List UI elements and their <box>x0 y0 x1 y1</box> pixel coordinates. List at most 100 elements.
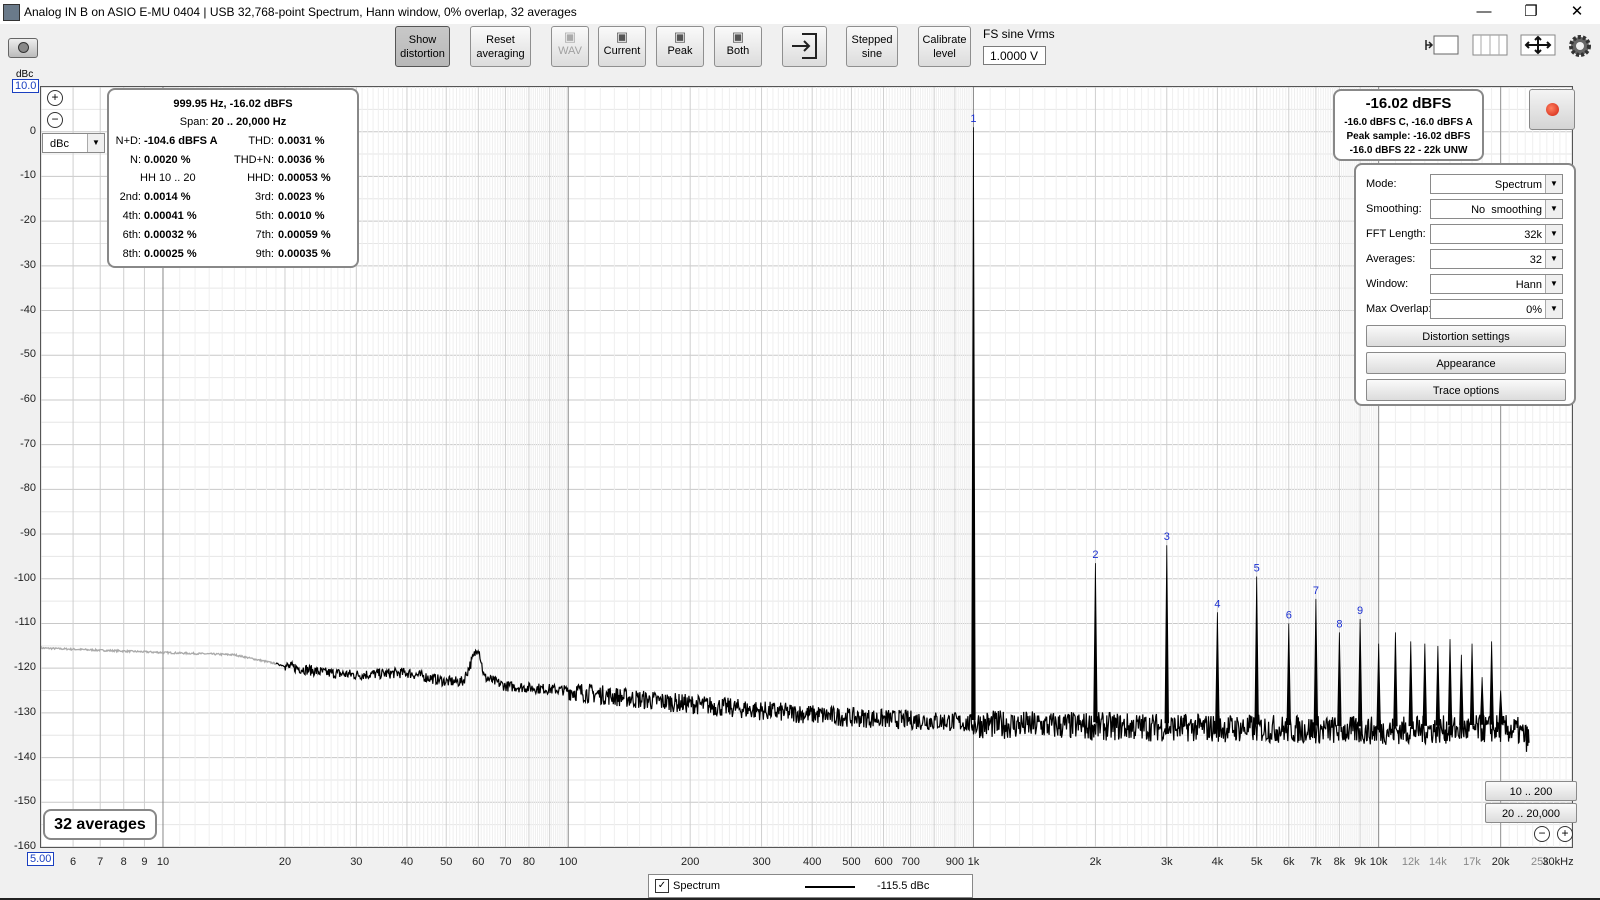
gear-icon[interactable] <box>1568 34 1592 58</box>
harmonic-peak <box>1337 632 1342 726</box>
h9-label: 9th: <box>255 248 274 260</box>
spectrum-checkbox[interactable]: ✓ <box>655 879 669 893</box>
calibrate-level-button[interactable]: Calibrate level <box>918 26 971 67</box>
wav-button[interactable]: ▣ WAV <box>551 26 589 67</box>
x-axis-start-value[interactable]: 5.00 <box>27 852 55 866</box>
harmonic-label: 8 <box>1336 618 1342 630</box>
fundamental-readout: 999.95 Hz, -16.02 dBFS <box>173 98 293 110</box>
move-arrows-icon[interactable] <box>1520 34 1556 56</box>
legend-trace-value: -115.5 dBc <box>877 880 930 892</box>
fft-length-select[interactable]: 32k ▼ <box>1430 224 1563 244</box>
stepped-sine-button[interactable]: Stepped sine <box>846 26 898 67</box>
level-unweighted: -16.0 dBFS 22 - 22k UNW <box>1349 145 1468 156</box>
smoothing-value: No smoothing <box>1471 204 1542 216</box>
save-peak-button[interactable]: ▣ Peak <box>656 26 704 67</box>
save-current-button[interactable]: ▣ Current <box>598 26 646 67</box>
h3-value: 0.0023 % <box>278 191 325 203</box>
unit-select[interactable]: dBc ▼ <box>42 133 105 153</box>
harmonic-peak <box>1469 643 1475 725</box>
y-tick-label: -150 <box>13 795 36 808</box>
range-10-200-button[interactable]: 10 .. 200 <box>1485 781 1577 801</box>
camera-icon[interactable] <box>8 38 38 58</box>
trace-options-button[interactable]: Trace options <box>1366 379 1566 401</box>
chevron-down-icon: ▼ <box>1545 200 1562 218</box>
appearance-button[interactable]: Appearance <box>1366 352 1566 374</box>
y-tick-label: -80 <box>20 482 36 495</box>
reset-averaging-button[interactable]: Reset averaging <box>470 26 531 67</box>
max-overlap-value: 0% <box>1526 304 1542 316</box>
distortion-panel: 999.95 Hz, -16.02 dBFS Span: 20 .. 20,00… <box>107 88 359 268</box>
minimize-button[interactable]: — <box>1461 0 1507 24</box>
x-tick-label: 12k <box>1401 856 1420 868</box>
window-select[interactable]: Hann ▼ <box>1430 274 1563 294</box>
level-panel: -16.02 dBFS -16.0 dBFS C, -16.0 dBFS A P… <box>1333 89 1484 161</box>
x-tick-label: 6k <box>1282 856 1295 868</box>
y-tick-label: -20 <box>20 214 36 227</box>
show-distortion-label-1: Show <box>408 34 437 46</box>
x-tick-label: 4k <box>1211 856 1224 868</box>
n-label: N: <box>130 154 141 166</box>
x-tick-label: 3k <box>1160 856 1173 868</box>
send-to-generator-button[interactable] <box>782 26 827 67</box>
zoom-out-icon[interactable]: − <box>1534 826 1550 842</box>
harmonic-label: 3 <box>1164 531 1170 543</box>
save-icon: ▣ <box>673 29 687 44</box>
y-tick-label: -130 <box>13 705 36 718</box>
level-peak-sample: Peak sample: -16.02 dBFS <box>1346 131 1471 142</box>
x-tick-label: 40 <box>400 856 414 868</box>
restore-button[interactable]: ❐ <box>1508 0 1554 24</box>
stepped-sine-label-1: Stepped <box>851 34 893 46</box>
thdn-label: THD+N: <box>233 154 274 166</box>
level-weighted: -16.0 dBFS C, -16.0 dBFS A <box>1344 117 1473 128</box>
fs-sine-input[interactable]: 1.0000 V <box>983 46 1046 65</box>
window-title: Analog IN B on ASIO E-MU 0404 | USB 32,7… <box>24 5 577 19</box>
y-tick-label: -50 <box>20 348 36 361</box>
max-overlap-label: Max Overlap: <box>1366 303 1432 315</box>
h2-value: 0.0014 % <box>144 191 191 203</box>
harmonic-peak <box>1254 576 1259 725</box>
x-tick-label: 50 <box>440 856 453 868</box>
zoom-in-icon[interactable]: + <box>1557 826 1573 842</box>
harmonic-label: 4 <box>1214 598 1220 610</box>
mode-value: Spectrum <box>1494 179 1542 191</box>
harmonic-peak <box>1376 643 1381 727</box>
harmonic-peak <box>1479 677 1485 725</box>
save-both-button[interactable]: ▣ Both <box>714 26 762 67</box>
y-tick-label: -120 <box>13 661 36 674</box>
harmonic-peak <box>1435 645 1441 726</box>
zoom-in-icon[interactable]: + <box>47 90 63 106</box>
harmonic-peak <box>1093 563 1098 723</box>
max-overlap-select[interactable]: 0% ▼ <box>1430 299 1563 319</box>
h3-label: 3rd: <box>255 191 274 203</box>
close-button[interactable]: ✕ <box>1554 0 1600 24</box>
record-button[interactable] <box>1529 89 1575 130</box>
x-tick-label: 30kHz <box>1542 856 1574 868</box>
distortion-settings-button[interactable]: Distortion settings <box>1366 325 1566 347</box>
range-20-20000-button[interactable]: 20 .. 20,000 <box>1485 803 1577 823</box>
x-tick-label: 2k <box>1089 856 1102 868</box>
zoom-out-icon[interactable]: − <box>47 112 63 128</box>
averages-select[interactable]: 32 ▼ <box>1430 249 1563 269</box>
harmonic-peak <box>1164 545 1169 724</box>
both-label: Both <box>726 45 750 57</box>
harmonic-label: 6 <box>1286 609 1292 621</box>
y-tick-label: -10 <box>20 169 36 182</box>
x-tick-label: 9k <box>1354 856 1366 868</box>
x-tick-label: 1k <box>967 856 980 868</box>
layout-split-icon[interactable] <box>1424 34 1460 56</box>
x-tick-label: 17k <box>1463 856 1481 868</box>
smoothing-select[interactable]: No smoothing ▼ <box>1430 199 1563 219</box>
app-icon <box>3 4 20 21</box>
h7-label: 7th: <box>255 229 274 241</box>
y-tick-label: -30 <box>20 258 36 271</box>
y-axis-top-value[interactable]: 10.0 <box>12 79 40 93</box>
mode-select[interactable]: Spectrum ▼ <box>1430 174 1563 194</box>
columns-icon[interactable] <box>1472 34 1508 56</box>
y-tick-label: -90 <box>20 527 36 540</box>
y-tick-label: -40 <box>20 303 36 316</box>
reset-averaging-label-1: Reset <box>486 34 515 46</box>
fs-sine-label: FS sine Vrms <box>983 27 1055 41</box>
x-tick-label: 500 <box>842 856 861 868</box>
show-distortion-button[interactable]: Show distortion <box>395 26 450 67</box>
calibrate-level-label-1: Calibrate <box>922 34 967 46</box>
